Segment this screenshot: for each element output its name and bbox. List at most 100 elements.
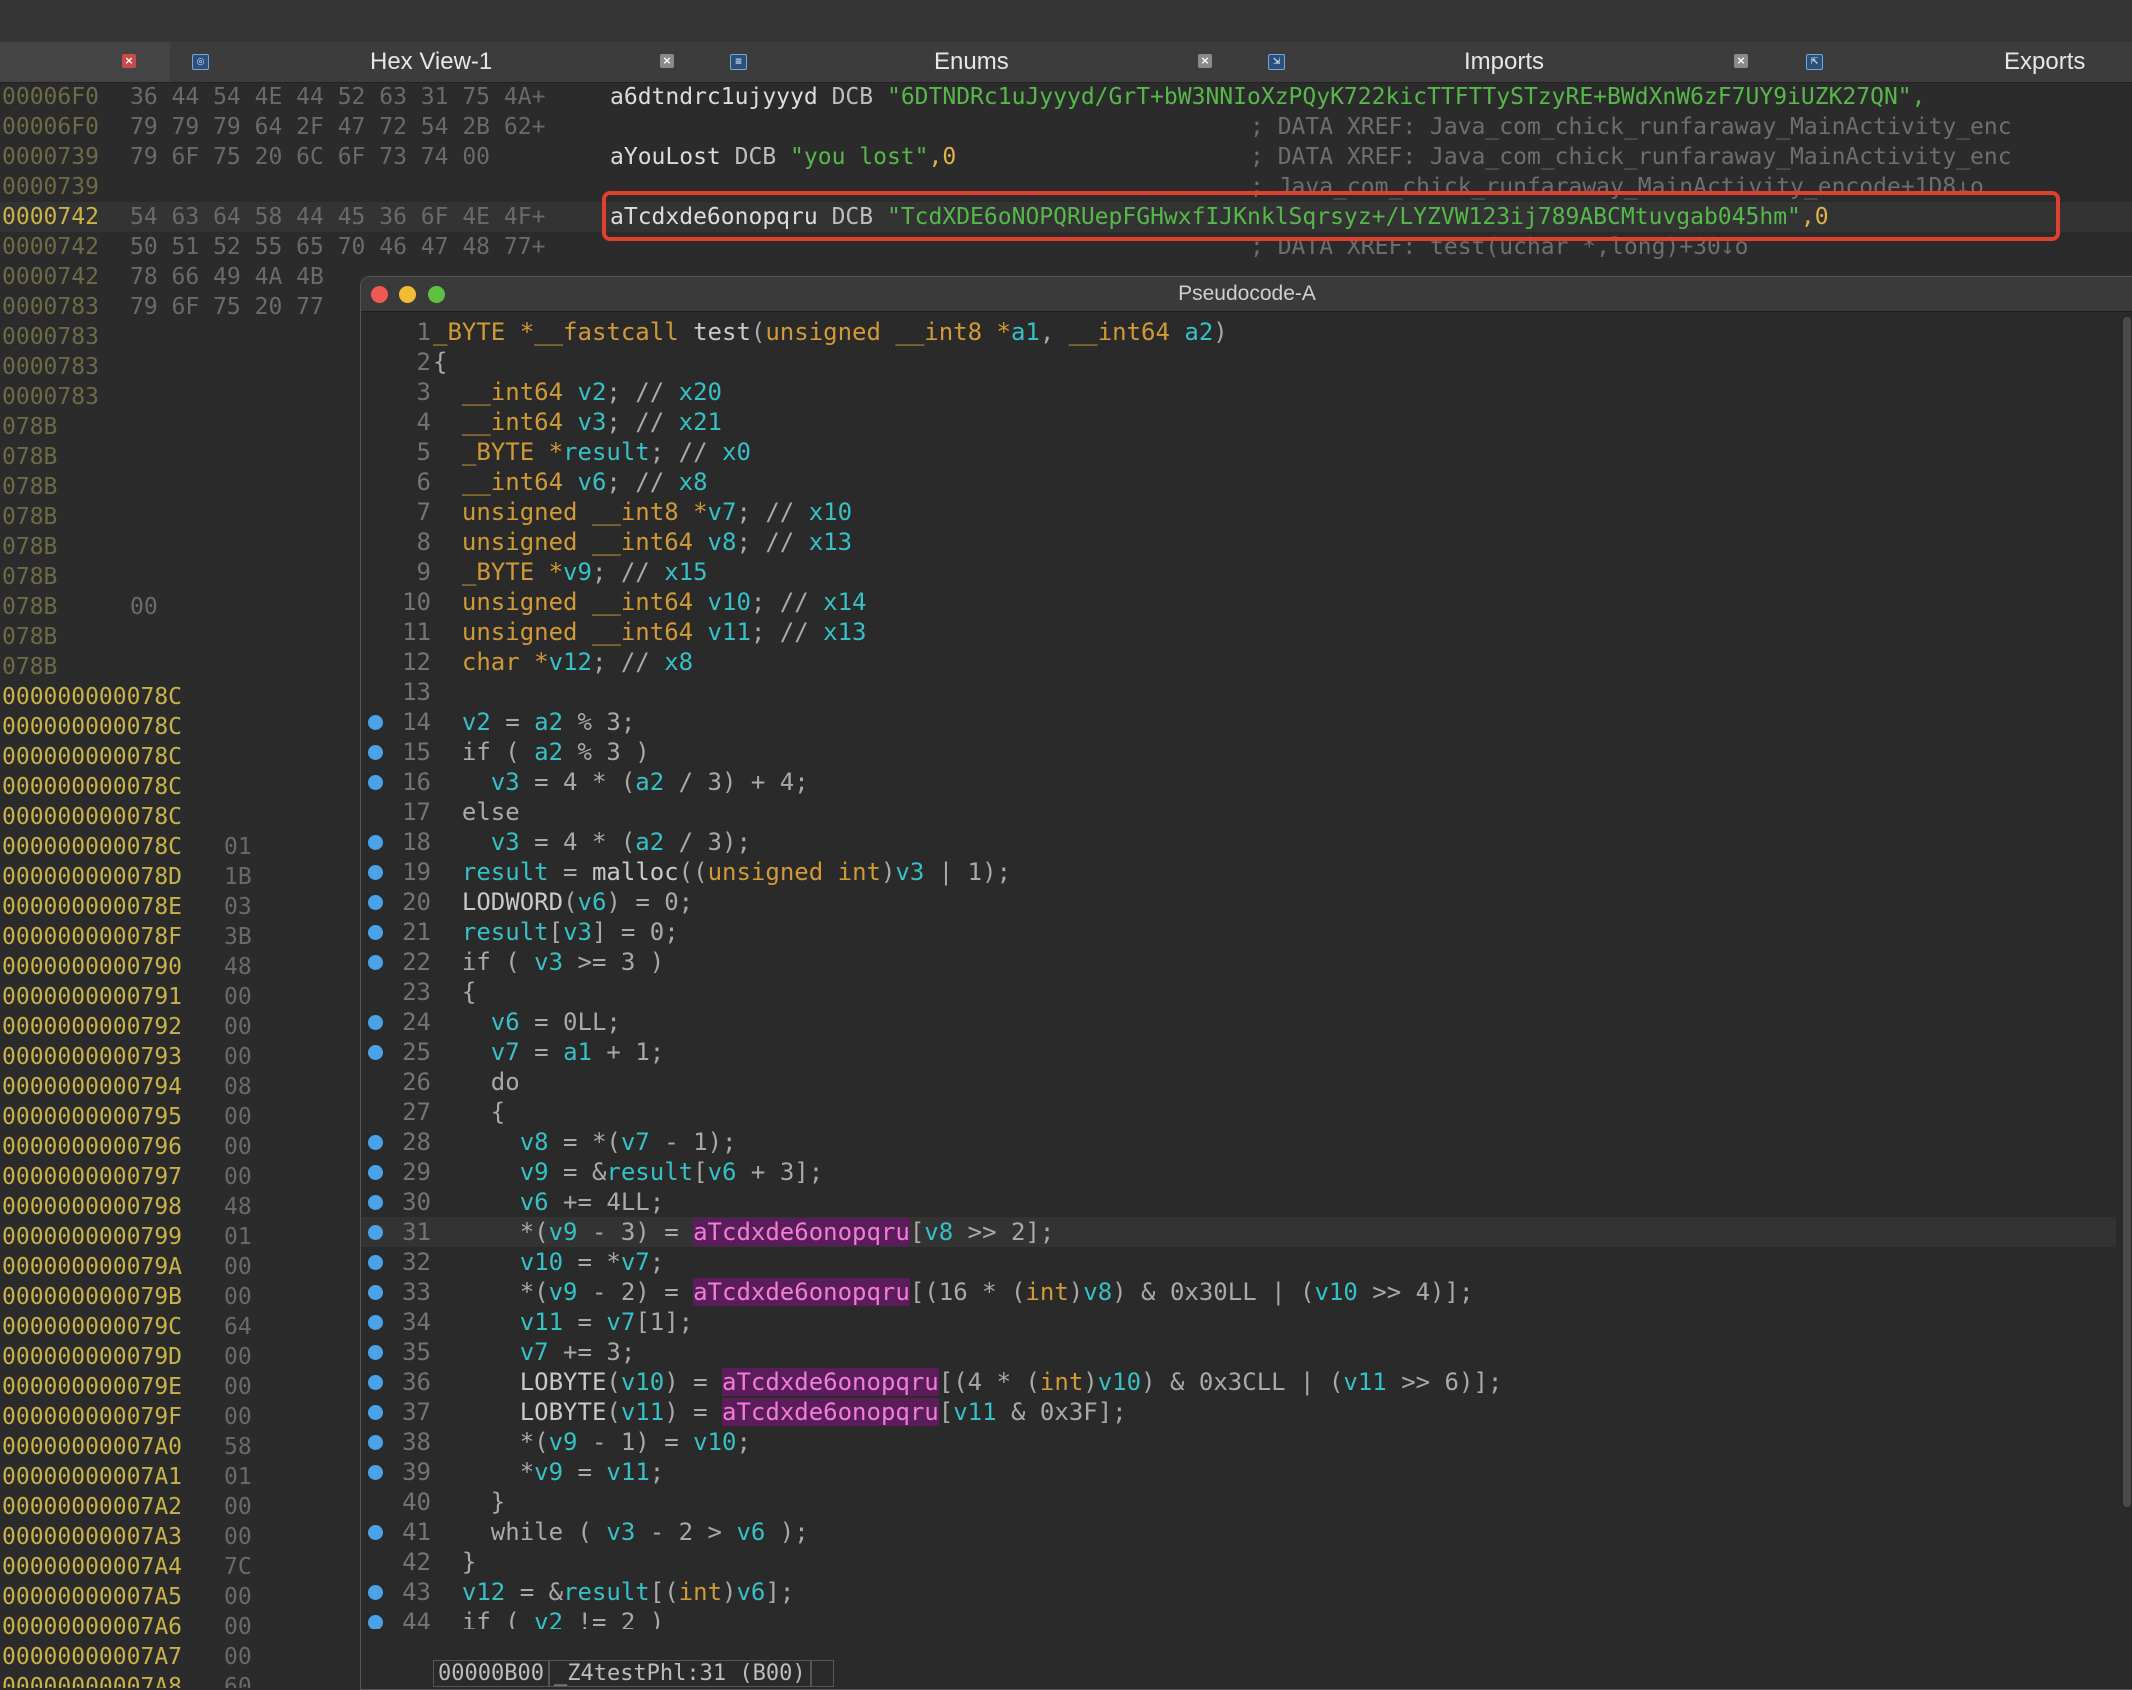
code-line[interactable]: 14 v2 = a2 % 3; bbox=[361, 707, 2116, 737]
disasm-row[interactable]: 00006F0 79 79 79 64 2F 47 72 54 2B 62+ ; D… bbox=[0, 112, 2132, 142]
data-definition[interactable]: a6dtndrc1ujyyyd DCB "6DTNDRc1uJyyyd/GrT+… bbox=[610, 82, 1926, 112]
code-line[interactable]: 10 unsigned __int64 v10; // x14 bbox=[361, 587, 2116, 617]
address: 000000000079D bbox=[2, 1344, 183, 1370]
code-line[interactable]: 15 if ( a2 % 3 ) bbox=[361, 737, 2116, 767]
code-line[interactable]: 40 } bbox=[361, 1487, 2116, 1517]
code-token: ) = 0; bbox=[606, 888, 694, 916]
code-line[interactable]: 39 *v9 = v11; bbox=[361, 1457, 2116, 1487]
address: 0000742 bbox=[2, 264, 99, 290]
code-line[interactable]: 20 LODWORD(v6) = 0; bbox=[361, 887, 2116, 917]
close-icon[interactable]: × bbox=[660, 54, 674, 68]
code-line[interactable]: 26 do bbox=[361, 1067, 2116, 1097]
code-line[interactable]: 8 unsigned __int64 v8; // x13 bbox=[361, 527, 2116, 557]
highlighted-symbol[interactable]: aTcdxde6onopqru bbox=[693, 1278, 910, 1306]
tab-enums[interactable]: ≡ Enums × bbox=[720, 42, 1220, 82]
line-number: 23 bbox=[402, 978, 431, 1006]
address: 000000000078F bbox=[2, 924, 183, 950]
disasm-row[interactable]: 0000739 79 6F 75 20 6C 6F 73 74 00 aYouLos… bbox=[0, 142, 2132, 172]
vertical-scrollbar[interactable] bbox=[2123, 317, 2131, 1507]
code-line[interactable]: 18 v3 = 4 * (a2 / 3); bbox=[361, 827, 2116, 857]
code-token: = 4 * ( bbox=[519, 768, 636, 796]
code-line[interactable]: 29 v9 = &result[v6 + 3]; bbox=[361, 1157, 2116, 1187]
tab-imports[interactable]: ⇲ Imports × bbox=[1258, 42, 1758, 82]
pseudocode-view[interactable]: 1 _BYTE *__fastcall test(unsigned __int8 … bbox=[361, 317, 2132, 1629]
line-number: 33 bbox=[402, 1278, 431, 1306]
code-line[interactable]: 25 v7 = a1 + 1; bbox=[361, 1037, 2116, 1067]
code-line[interactable]: 43 v12 = &result[(int)v6]; bbox=[361, 1577, 2116, 1607]
code-line[interactable]: 31 *(v9 - 3) = aTcdxde6onopqru[v8 >> 2]; bbox=[361, 1217, 2116, 1247]
code-line[interactable]: 41 while ( v3 - 2 > v6 ); bbox=[361, 1517, 2116, 1547]
code-token: if ( bbox=[433, 1608, 535, 1629]
code-token: ; // bbox=[606, 378, 679, 406]
close-icon[interactable]: × bbox=[1198, 54, 1212, 68]
highlighted-symbol[interactable]: aTcdxde6onopqru bbox=[693, 1218, 910, 1246]
code-line[interactable]: 37 LOBYTE(v11) = aTcdxde6onopqru[v11 & 0… bbox=[361, 1397, 2116, 1427]
code-line[interactable]: 30 v6 += 4LL; bbox=[361, 1187, 2116, 1217]
code-line[interactable]: 12 char *v12; // x8 bbox=[361, 647, 2116, 677]
code-line[interactable]: 32 v10 = *v7; bbox=[361, 1247, 2116, 1277]
code-line[interactable]: 36 LOBYTE(v10) = aTcdxde6onopqru[(4 * (i… bbox=[361, 1367, 2116, 1397]
code-line[interactable]: 19 result = malloc((unsigned int)v3 | 1)… bbox=[361, 857, 2116, 887]
code-line[interactable]: 21 result[v3] = 0; bbox=[361, 917, 2116, 947]
code-token: x14 bbox=[823, 588, 867, 616]
code-token: - 1) = bbox=[577, 1428, 694, 1456]
code-line[interactable]: 5 _BYTE *result; // x0 bbox=[361, 437, 2116, 467]
code-token: (( bbox=[678, 858, 708, 886]
code-line[interactable]: 34 v11 = v7[1]; bbox=[361, 1307, 2116, 1337]
code-token: v9 bbox=[534, 1458, 564, 1486]
code-line[interactable]: 35 v7 += 3; bbox=[361, 1337, 2116, 1367]
byte-value: 08 bbox=[224, 1074, 252, 1100]
code-token: ) bbox=[1068, 1278, 1084, 1306]
code-line[interactable]: 24 v6 = 0LL; bbox=[361, 1007, 2116, 1037]
code-token: *( bbox=[433, 1278, 549, 1306]
line-number: 10 bbox=[402, 588, 431, 616]
code-line[interactable]: 1 _BYTE *__fastcall test(unsigned __int8 … bbox=[361, 317, 2116, 347]
code-line[interactable]: 22 if ( v3 >= 3 ) bbox=[361, 947, 2116, 977]
code-token: ) = bbox=[664, 1398, 723, 1426]
code-text: while ( v3 - 2 > v6 ); bbox=[433, 1517, 809, 1547]
code-line[interactable]: 17 else bbox=[361, 797, 2116, 827]
address: 000000000078E bbox=[2, 894, 183, 920]
code-token: v3 bbox=[577, 408, 607, 436]
code-line[interactable]: 42 } bbox=[361, 1547, 2116, 1577]
address: 000000000078C bbox=[2, 714, 183, 740]
code-line[interactable]: 28 v8 = *(v7 - 1); bbox=[361, 1127, 2116, 1157]
address: 0000783 bbox=[2, 384, 99, 410]
label-name: aYouLost bbox=[610, 144, 721, 170]
code-line[interactable]: 38 *(v9 - 1) = v10; bbox=[361, 1427, 2116, 1457]
code-token: { bbox=[433, 1098, 506, 1126]
highlighted-symbol[interactable]: aTcdxde6onopqru bbox=[722, 1368, 939, 1396]
tab-exports[interactable]: ⇱ Exports bbox=[1796, 42, 2132, 82]
code-token: ; // bbox=[649, 438, 722, 466]
code-line[interactable]: 11 unsigned __int64 v11; // x13 bbox=[361, 617, 2116, 647]
tab-hex-view[interactable]: ◎ Hex View-1 × bbox=[170, 42, 674, 82]
code-line[interactable]: 4 __int64 v3; // x21 bbox=[361, 407, 2116, 437]
code-token: + 1; bbox=[591, 1038, 665, 1066]
code-line[interactable]: 13 bbox=[361, 677, 2116, 707]
code-line[interactable]: 16 v3 = 4 * (a2 / 3) + 4; bbox=[361, 767, 2116, 797]
close-icon[interactable]: × bbox=[122, 54, 136, 68]
disasm-row[interactable]: 00006F0 36 44 54 4E 44 52 63 31 75 4A+ a6d… bbox=[0, 82, 2132, 112]
data-definition[interactable]: aYouLost DCB "you lost",0 bbox=[610, 142, 956, 172]
address: 078B bbox=[2, 624, 58, 650]
code-line[interactable]: 6 __int64 v6; // x8 bbox=[361, 467, 2116, 497]
highlighted-symbol[interactable]: aTcdxde6onopqru bbox=[722, 1398, 939, 1426]
code-line[interactable]: 23 { bbox=[361, 977, 2116, 1007]
code-line[interactable]: 33 *(v9 - 2) = aTcdxde6onopqru[(16 * (in… bbox=[361, 1277, 2116, 1307]
tab-active-blank[interactable]: × bbox=[0, 42, 170, 82]
code-line[interactable]: 7 unsigned __int8 *v7; // x10 bbox=[361, 497, 2116, 527]
line-number: 40 bbox=[402, 1488, 431, 1516]
code-line[interactable]: 2{ bbox=[361, 347, 2116, 377]
code-token: ) & 0x30LL | ( bbox=[1112, 1278, 1315, 1306]
pseudocode-window[interactable]: Pseudocode-A 1 _BYTE *__fastcall test(uns… bbox=[360, 276, 2132, 1690]
code-line[interactable]: 3 __int64 v2; // x20 bbox=[361, 377, 2116, 407]
code-token: >> 2]; bbox=[953, 1218, 1055, 1246]
byte-value: 00 bbox=[224, 1164, 252, 1190]
code-line[interactable]: 9 _BYTE *v9; // x15 bbox=[361, 557, 2116, 587]
code-line[interactable]: 44 if ( v2 != 2 ) bbox=[361, 1607, 2116, 1629]
close-icon[interactable]: × bbox=[1734, 54, 1748, 68]
code-line[interactable]: 27 { bbox=[361, 1097, 2116, 1127]
